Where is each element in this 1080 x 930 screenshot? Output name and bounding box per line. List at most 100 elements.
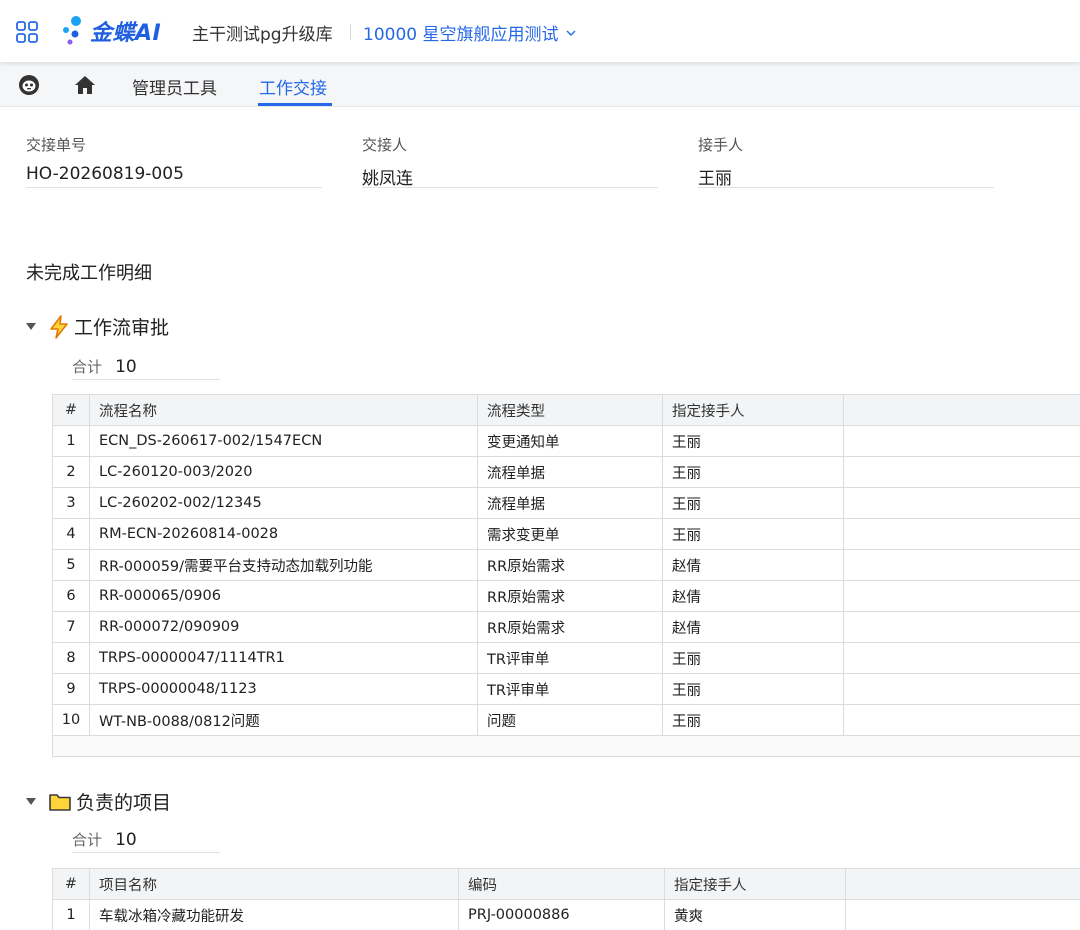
empty-cell	[845, 899, 1080, 930]
projects-group-toggle[interactable]: 负责的项目	[26, 788, 171, 815]
assignee-cell[interactable]: 黄爽	[664, 899, 846, 930]
assignee-cell[interactable]: 王丽	[662, 642, 844, 674]
from-person-field: 交接人 姚凤连	[362, 134, 658, 189]
row-index: 1	[52, 425, 90, 457]
assignee-cell[interactable]: 王丽	[662, 518, 844, 550]
flow-type-cell: 问题	[477, 704, 663, 736]
flow-name-cell[interactable]: ECN_DS-260617-002/1547ECN	[89, 425, 478, 457]
assignee-cell[interactable]: 赵倩	[662, 611, 844, 643]
table-row[interactable]: 9 TRPS-00000048/1123 TR评审单 王丽	[52, 673, 1080, 705]
home-icon[interactable]	[74, 74, 96, 96]
flow-name-cell[interactable]: LC-260202-002/12345	[89, 487, 478, 519]
empty-cell	[843, 580, 1080, 612]
projects-total: 合计 10	[72, 829, 220, 853]
empty-cell	[843, 549, 1080, 581]
table-row[interactable]: 2 LC-260120-003/2020 流程单据 王丽	[52, 456, 1080, 488]
table-row[interactable]: 6 RR-000065/0906 RR原始需求 赵倩	[52, 580, 1080, 612]
column-header[interactable]: 流程类型	[477, 394, 663, 426]
row-index: 4	[52, 518, 90, 550]
flow-name-cell[interactable]: TRPS-00000047/1114TR1	[89, 642, 478, 674]
group-title: 负责的项目	[76, 792, 172, 814]
row-index: 1	[52, 899, 90, 930]
caret-down-icon	[26, 323, 36, 330]
total-value: 10	[115, 830, 137, 850]
column-header[interactable]: 指定接手人	[662, 394, 844, 426]
flow-type-cell: TR评审单	[477, 642, 663, 674]
flow-type-cell: 需求变更单	[477, 518, 663, 550]
project-name-cell[interactable]: 车载冰箱冷藏功能研发	[89, 899, 459, 930]
flow-name-cell[interactable]: TRPS-00000048/1123	[89, 673, 478, 705]
flow-name-cell[interactable]: WT-NB-0088/0812问题	[89, 704, 478, 736]
row-index: 5	[52, 549, 90, 581]
total-value: 10	[115, 357, 137, 377]
workflow-table: # 流程名称 流程类型 指定接手人 1 ECN_DS-260617-002/154…	[52, 394, 1080, 736]
org-selector[interactable]: 10000 星空旗舰应用测试	[363, 20, 576, 45]
empty-cell	[843, 425, 1080, 457]
divider	[350, 24, 351, 40]
assignee-cell[interactable]: 王丽	[662, 704, 844, 736]
flow-name-cell[interactable]: RR-000059/需要平台支持动态加载列功能	[89, 549, 478, 581]
field-value: 姚凤连	[362, 169, 413, 189]
table-header-row: # 流程名称 流程类型 指定接手人	[52, 394, 1080, 426]
table-header-row: # 项目名称 编码 指定接手人	[52, 868, 1080, 900]
column-header[interactable]: 编码	[458, 868, 665, 900]
total-label: 合计	[72, 358, 103, 376]
apps-grid-icon[interactable]	[16, 21, 38, 43]
logo[interactable]: 金蝶AI	[62, 14, 161, 48]
flow-name-cell[interactable]: LC-260120-003/2020	[89, 456, 478, 488]
table-footer-empty	[52, 736, 1080, 757]
assignee-cell[interactable]: 王丽	[662, 673, 844, 705]
flow-type-cell: RR原始需求	[477, 611, 663, 643]
assignee-cell[interactable]: 赵倩	[662, 549, 844, 581]
tab-admin-tools[interactable]: 管理员工具	[132, 74, 217, 99]
row-index: 6	[52, 580, 90, 612]
active-tab-indicator	[258, 103, 332, 106]
empty-cell	[843, 487, 1080, 519]
org-name: 10000 星空旗舰应用测试	[363, 25, 559, 45]
column-header[interactable]: 指定接手人	[664, 868, 846, 900]
column-header[interactable]: 项目名称	[89, 868, 459, 900]
table-row[interactable]: 1 ECN_DS-260617-002/1547ECN 变更通知单 王丽	[52, 425, 1080, 457]
column-header[interactable]: 流程名称	[89, 394, 478, 426]
empty-cell	[843, 642, 1080, 674]
table-row[interactable]: 7 RR-000072/090909 RR原始需求 赵倩	[52, 611, 1080, 643]
row-index: 3	[52, 487, 90, 519]
project-code-cell: PRJ-00000886	[458, 899, 665, 930]
to-person-field: 接手人 王丽	[698, 134, 994, 189]
chevron-down-icon	[566, 30, 576, 36]
table-row[interactable]: 8 TRPS-00000047/1114TR1 TR评审单 王丽	[52, 642, 1080, 674]
table-row[interactable]: 1 车载冰箱冷藏功能研发 PRJ-00000886 黄爽	[52, 899, 1080, 930]
row-index: 9	[52, 673, 90, 705]
lightning-icon	[50, 314, 68, 339]
row-index: 2	[52, 456, 90, 488]
flow-type-cell: RR原始需求	[477, 580, 663, 612]
assignee-cell[interactable]: 王丽	[662, 456, 844, 488]
table-row[interactable]: 10 WT-NB-0088/0812问题 问题 王丽	[52, 704, 1080, 736]
empty-cell	[843, 611, 1080, 643]
flow-name-cell[interactable]: RR-000065/0906	[89, 580, 478, 612]
database-name[interactable]: 主干测试pg升级库	[192, 20, 333, 45]
column-header-empty	[843, 394, 1080, 426]
flow-name-cell[interactable]: RR-000072/090909	[89, 611, 478, 643]
field-value: HO-20260819-005	[26, 164, 184, 184]
assignee-cell[interactable]: 王丽	[662, 425, 844, 457]
table-row[interactable]: 3 LC-260202-002/12345 流程单据 王丽	[52, 487, 1080, 519]
handover-no-field: 交接单号 HO-20260819-005	[26, 134, 322, 188]
tab-work-handover[interactable]: 工作交接	[259, 74, 327, 99]
column-header-empty	[845, 868, 1080, 900]
flow-type-cell: RR原始需求	[477, 549, 663, 581]
group-title: 工作流审批	[74, 317, 170, 339]
table-row[interactable]: 4 RM-ECN-20260814-0028 需求变更单 王丽	[52, 518, 1080, 550]
workflow-group-toggle[interactable]: 工作流审批	[26, 313, 169, 340]
empty-cell	[843, 456, 1080, 488]
flow-name-cell[interactable]: RM-ECN-20260814-0028	[89, 518, 478, 550]
empty-cell	[843, 518, 1080, 550]
flow-type-cell: 变更通知单	[477, 425, 663, 457]
section-title: 未完成工作明细	[26, 263, 152, 284]
assistant-robot-icon[interactable]	[18, 74, 40, 96]
assignee-cell[interactable]: 赵倩	[662, 580, 844, 612]
flow-type-cell: 流程单据	[477, 456, 663, 488]
table-row[interactable]: 5 RR-000059/需要平台支持动态加载列功能 RR原始需求 赵倩	[52, 549, 1080, 581]
assignee-cell[interactable]: 王丽	[662, 487, 844, 519]
column-header: #	[52, 394, 90, 426]
